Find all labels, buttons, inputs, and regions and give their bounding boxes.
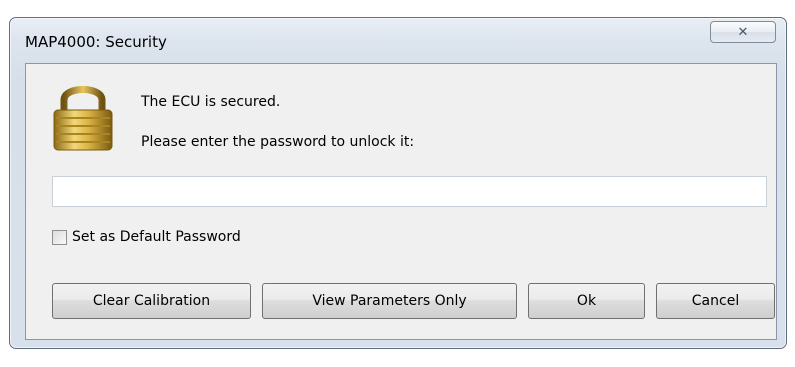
- lock-icon: [53, 86, 113, 151]
- clear-calibration-button[interactable]: Clear Calibration: [52, 283, 251, 319]
- default-password-label[interactable]: Set as Default Password: [72, 229, 241, 245]
- view-parameters-only-button[interactable]: View Parameters Only: [262, 283, 517, 319]
- password-input[interactable]: [52, 176, 767, 207]
- window-title: MAP4000: Security: [25, 33, 167, 51]
- password-prompt: Please enter the password to unlock it:: [141, 134, 415, 150]
- close-button[interactable]: ✕: [710, 21, 776, 43]
- default-password-checkbox[interactable]: [52, 230, 67, 245]
- close-icon[interactable]: ✕: [738, 25, 749, 40]
- secured-message: The ECU is secured.: [141, 94, 281, 110]
- ok-button[interactable]: Ok: [528, 283, 645, 319]
- cancel-button[interactable]: Cancel: [656, 283, 775, 319]
